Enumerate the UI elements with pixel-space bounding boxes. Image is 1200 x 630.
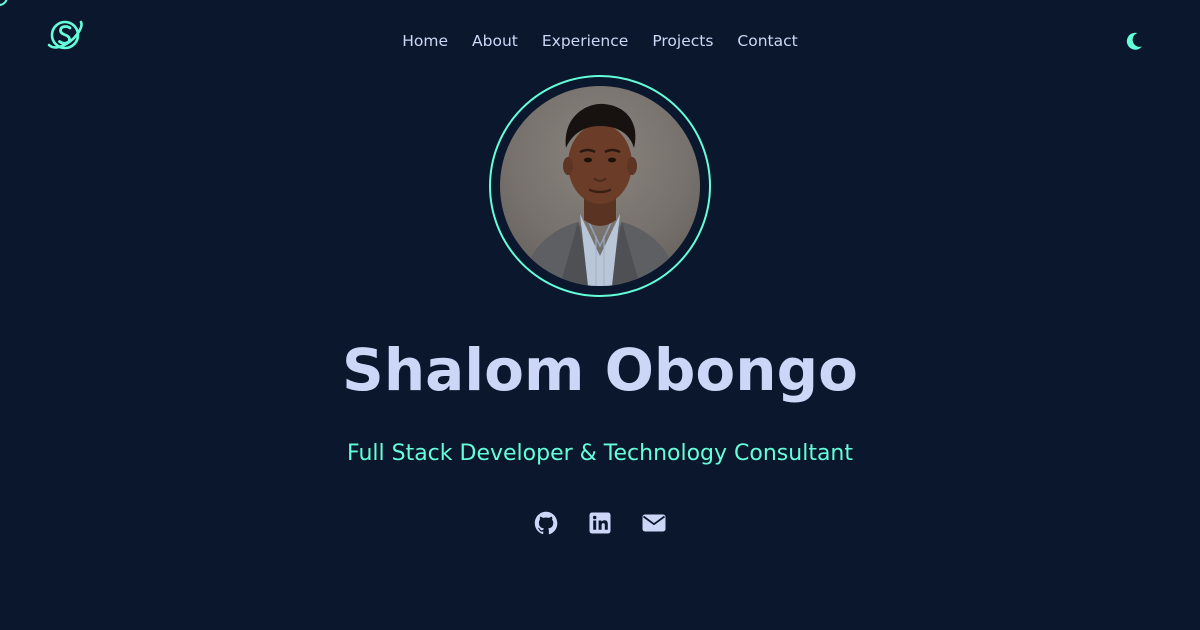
- nav-link-projects[interactable]: Projects: [652, 31, 713, 51]
- theme-toggle-button[interactable]: [1122, 29, 1146, 53]
- linkedin-icon: [589, 512, 611, 534]
- avatar-frame: [489, 75, 711, 297]
- github-icon: [534, 511, 558, 535]
- hero-tagline: Full Stack Developer & Technology Consul…: [347, 441, 853, 466]
- primary-nav: Home About Experience Projects Contact: [0, 31, 1200, 51]
- mail-icon: [642, 514, 666, 532]
- linkedin-link[interactable]: [588, 511, 612, 535]
- navbar: Home About Experience Projects Contact: [0, 0, 1200, 84]
- moon-icon: [1126, 32, 1142, 50]
- hero-name: Shalom Obongo: [342, 336, 858, 404]
- github-link[interactable]: [534, 511, 558, 535]
- avatar: [500, 86, 700, 286]
- social-links: [0, 511, 1200, 535]
- nav-link-contact[interactable]: Contact: [737, 31, 797, 51]
- email-link[interactable]: [642, 511, 666, 535]
- nav-link-experience[interactable]: Experience: [542, 31, 628, 51]
- nav-link-home[interactable]: Home: [402, 31, 448, 51]
- nav-link-about[interactable]: About: [472, 31, 518, 51]
